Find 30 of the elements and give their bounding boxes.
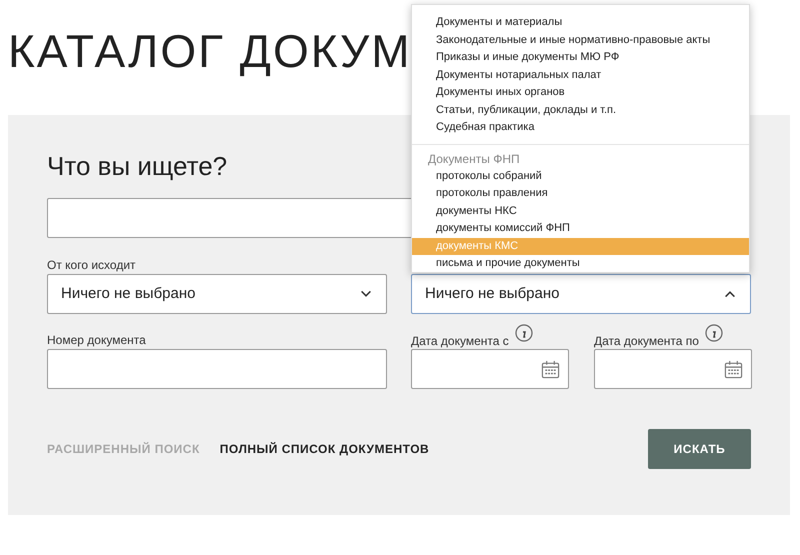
date-field[interactable] [594, 349, 752, 389]
calendar-icon[interactable] [541, 360, 560, 378]
menu-item[interactable]: Документы и материалы [412, 14, 749, 32]
menu-item[interactable]: протоколы правления [412, 185, 749, 202]
input-field[interactable] [47, 349, 387, 389]
menu-item[interactable]: Документы иных органов [412, 84, 749, 102]
menu-item[interactable]: Статьи, публикации, доклады и т.п. [412, 102, 749, 119]
menu-item[interactable]: Законодательные и иные нормативно-правовые акты [412, 32, 749, 49]
field-label: Номер документа [47, 332, 147, 348]
dropdown-select[interactable]: Ничего не выбрано [411, 274, 751, 314]
calendar-icon[interactable] [724, 360, 743, 378]
form-heading: Что вы ищете? [47, 151, 228, 181]
menu-item[interactable]: документы НКС [412, 202, 749, 220]
dropdown-select[interactable]: Ничего не выбрано [47, 274, 387, 314]
menu-item[interactable]: Судебная практика [412, 119, 749, 136]
full-list-link[interactable]: ПОЛНЫЙ СПИСОК ДОКУМЕНТОВ [220, 440, 430, 458]
field-label: Дата документа по [594, 333, 699, 350]
field-label: Дата документа с [411, 333, 509, 350]
menu-item[interactable]: письма и прочие документы [412, 255, 749, 272]
info-icon[interactable] [514, 324, 533, 342]
menu-item[interactable]: Приказы и иные документы МЮ РФ [412, 49, 749, 66]
date-field[interactable] [411, 349, 569, 389]
menu-item[interactable]: Документы нотариальных палат [412, 66, 749, 84]
info-icon[interactable] [704, 324, 723, 342]
menu-item[interactable]: протоколы собраний [412, 168, 749, 185]
field-label: От кого исходит [47, 257, 137, 273]
page-title: КАТАЛОГ ДОКУМ [8, 28, 412, 74]
menu-item[interactable]: документы комиссий ФНП [412, 220, 749, 238]
group-header: Документы ФНП [427, 150, 521, 168]
search-button[interactable]: ИСКАТЬ [648, 429, 751, 469]
